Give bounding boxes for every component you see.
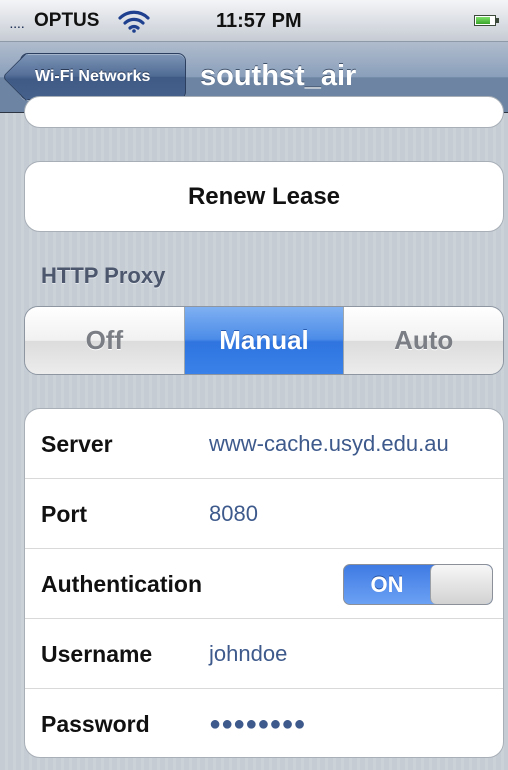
renew-lease-label: Renew Lease xyxy=(187,183,341,210)
battery-level xyxy=(476,17,490,24)
signal-strength-icon: .... xyxy=(10,20,26,31)
authentication-label: Authentication xyxy=(41,571,202,597)
server-row[interactable]: Server www-cache.usyd.edu.au xyxy=(25,409,503,479)
http-proxy-header: HTTP Proxy xyxy=(41,263,166,288)
proxy-option-manual[interactable]: Manual xyxy=(184,307,345,374)
battery-icon xyxy=(474,15,499,26)
carrier-name: OPTUS xyxy=(34,10,100,31)
back-button-label: Wi-Fi Networks xyxy=(35,68,151,85)
proxy-option-auto[interactable]: Auto xyxy=(344,307,503,374)
toggle-on-label: ON xyxy=(370,572,404,597)
password-row[interactable]: Password ●●●●●●●● xyxy=(25,689,503,757)
password-label: Password xyxy=(41,711,150,737)
username-label: Username xyxy=(41,641,153,667)
authentication-toggle[interactable]: ON xyxy=(343,564,493,605)
server-field[interactable]: www-cache.usyd.edu.au xyxy=(209,409,449,479)
username-field[interactable]: johndoe xyxy=(209,619,287,689)
port-field[interactable]: 8080 xyxy=(209,479,258,549)
proxy-option-off[interactable]: Off xyxy=(25,307,185,374)
http-proxy-segmented-control: Off Manual Auto xyxy=(24,306,504,375)
status-time: 11:57 PM xyxy=(216,10,302,32)
back-button[interactable]: Wi-Fi Networks xyxy=(20,53,186,100)
wifi-icon xyxy=(118,10,150,33)
status-bar: .... OPTUS 11:57 PM xyxy=(0,0,508,42)
username-row[interactable]: Username johndoe xyxy=(25,619,503,689)
toggle-knob[interactable] xyxy=(430,565,492,604)
previous-settings-group xyxy=(24,96,504,128)
page-title: southst_air xyxy=(200,60,357,92)
password-field[interactable]: ●●●●●●●● xyxy=(209,689,306,757)
authentication-row: Authentication ON xyxy=(25,549,503,619)
proxy-settings-group: Server www-cache.usyd.edu.au Port 8080 A… xyxy=(24,408,504,758)
battery-tip xyxy=(496,18,499,23)
port-label: Port xyxy=(41,501,87,527)
renew-lease-button[interactable]: Renew Lease xyxy=(24,161,504,232)
port-row[interactable]: Port 8080 xyxy=(25,479,503,549)
server-label: Server xyxy=(41,431,113,457)
